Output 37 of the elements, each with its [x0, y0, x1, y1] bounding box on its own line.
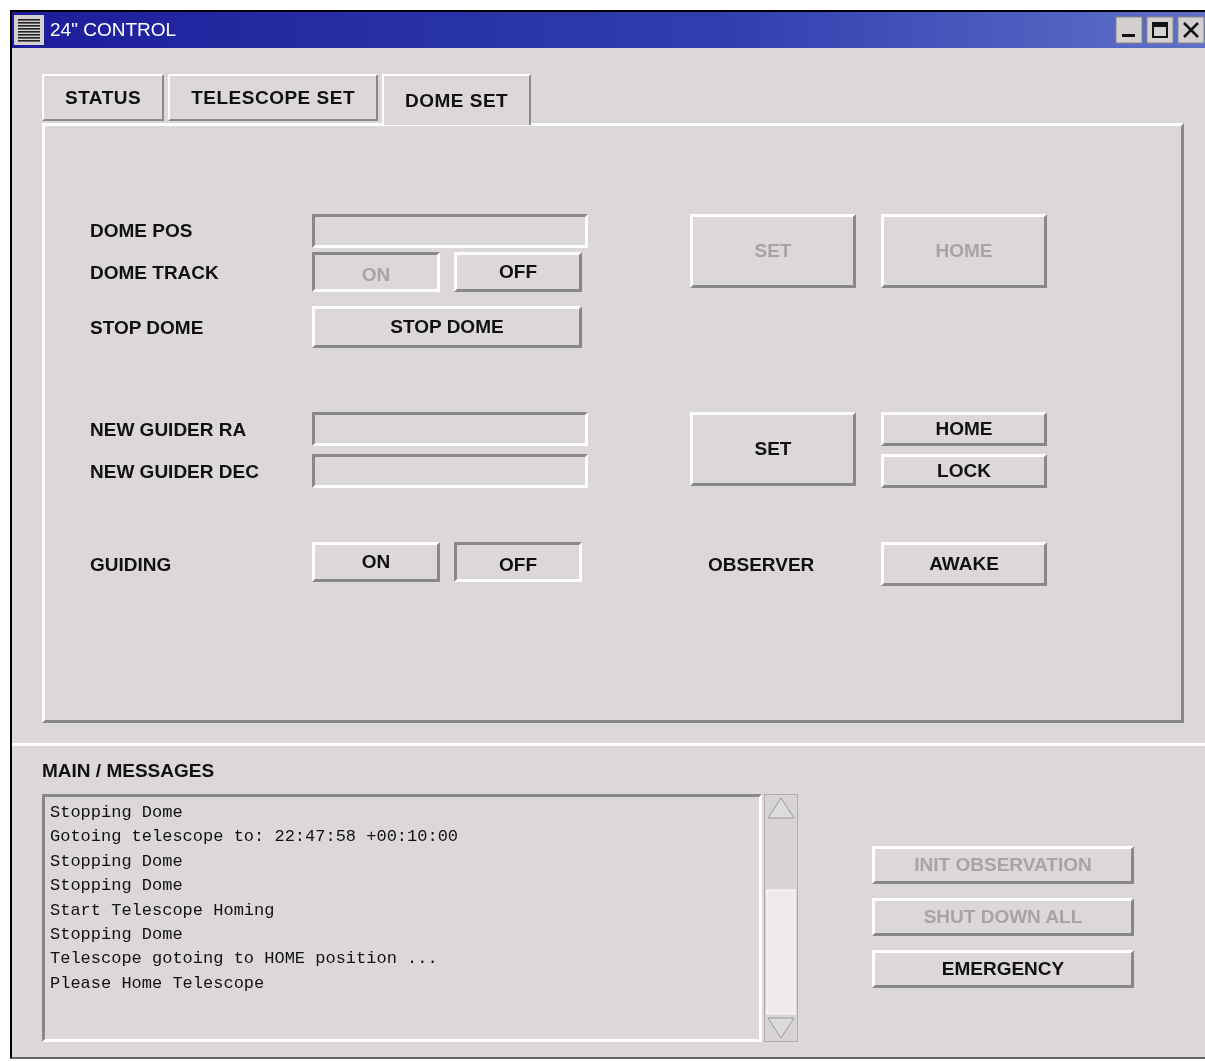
log-line: Telescope gotoing to HOME position ... [50, 948, 438, 971]
lock-button[interactable]: LOCK [881, 454, 1047, 488]
tab[interactable]: DOME SET [382, 74, 532, 125]
awake-button[interactable]: AWAKE [881, 542, 1047, 586]
field-label: OBSERVER [708, 554, 816, 576]
toggle-button[interactable]: ON [312, 542, 440, 582]
set-button[interactable]: SET [690, 412, 856, 486]
field-label: NEW GUIDER RA [90, 419, 248, 441]
input-field[interactable] [312, 412, 588, 446]
field-label: DOME POS [90, 220, 194, 242]
minimize-icon[interactable] [1115, 16, 1143, 44]
log-line: Stopping Dome [50, 850, 183, 873]
stop-dome-button[interactable]: STOP DOME [312, 306, 582, 348]
log-line: Please Home Telescope [50, 972, 265, 995]
section-title: MAIN / MESSAGES [42, 760, 215, 782]
home-button[interactable]: HOME [881, 412, 1047, 446]
menu-icon[interactable] [14, 15, 44, 45]
log-line: Gotoing telescope to: 22:47:58 +00:10:00 [50, 826, 459, 849]
field-label: STOP DOME [90, 317, 205, 339]
close-icon[interactable] [1177, 16, 1205, 44]
log-line: Stopping Dome [50, 924, 183, 947]
input-field[interactable] [312, 214, 588, 248]
tab[interactable]: TELESCOPE SET [168, 74, 378, 121]
field-label: NEW GUIDER DEC [90, 461, 260, 483]
input-field[interactable] [312, 454, 588, 488]
field-label: GUIDING [90, 554, 173, 576]
toggle-button[interactable]: OFF [454, 252, 582, 292]
tab[interactable]: STATUS [42, 74, 165, 121]
scrollbar[interactable] [764, 794, 798, 1042]
maximize-icon[interactable] [1146, 16, 1174, 44]
field-label: DOME TRACK [90, 262, 220, 284]
toggle-button[interactable]: OFF [454, 542, 582, 582]
log-line: Start Telescope Homing [50, 899, 275, 922]
window-title: 24" CONTROL [50, 19, 177, 41]
action-button[interactable]: EMERGENCY [872, 950, 1134, 988]
log-line: Stopping Dome [50, 875, 183, 898]
log-line: Stopping Dome [50, 802, 183, 824]
